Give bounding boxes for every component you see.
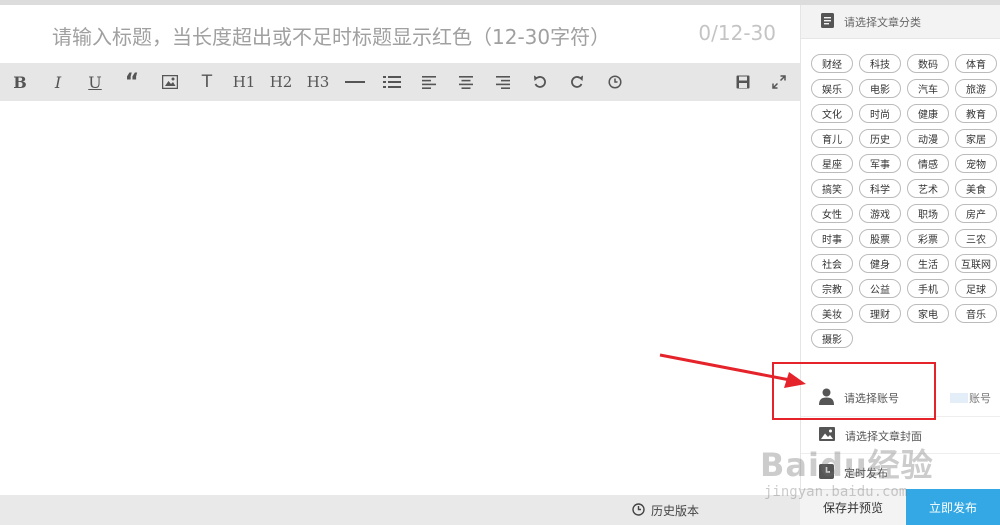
annotation-highlight-box [772,362,936,420]
title-input[interactable]: 请输入标题，当长度超出或不足时标题显示红色（12-30字符） [52,21,610,50]
category-tag[interactable]: 数码 [907,54,949,73]
category-tag[interactable]: 美食 [955,179,997,198]
account-suffix: 账号 [969,392,991,405]
editor-content-area[interactable] [0,101,800,495]
category-tag[interactable]: 家电 [907,304,949,323]
bold-button[interactable]: B [5,63,35,101]
category-tag[interactable]: 星座 [811,154,853,173]
h1-button[interactable]: H1 [229,63,259,101]
category-tag[interactable]: 时事 [811,229,853,248]
history-label: 历史版本 [651,504,700,518]
category-tag[interactable]: 宗教 [811,279,853,298]
category-tag[interactable]: 旅游 [955,79,997,98]
category-tag[interactable]: 家居 [955,129,997,148]
watermark-logo: Baidu经验 [760,446,934,484]
category-tag[interactable]: 健身 [859,254,901,273]
category-tag[interactable]: 育儿 [811,129,853,148]
category-tag[interactable]: 财经 [811,54,853,73]
redacted-patch [950,393,968,403]
h3-button[interactable]: H3 [303,63,333,101]
editor-panel: 请输入标题，当长度超出或不足时标题显示红色（12-30字符） 0/12-30 B… [0,5,800,525]
category-tag[interactable]: 社会 [811,254,853,273]
category-tag[interactable]: 科学 [859,179,901,198]
image-insert-icon[interactable] [155,63,185,101]
horizontal-rule-icon[interactable] [340,63,370,101]
category-tag[interactable]: 军事 [859,154,901,173]
clock-icon[interactable] [600,63,630,101]
align-left-icon[interactable] [414,63,444,101]
publish-button[interactable]: 立即发布 [906,489,1000,525]
category-header-label: 请选择文章分类 [844,15,921,29]
save-draft-icon[interactable] [728,63,758,101]
list-icon[interactable] [377,63,407,101]
h2-button[interactable]: H2 [266,63,296,101]
category-tag[interactable]: 足球 [955,279,997,298]
align-right-icon[interactable] [488,63,518,101]
category-tag[interactable]: 手机 [907,279,949,298]
category-tag[interactable]: 生活 [907,254,949,273]
italic-button[interactable]: I [43,63,73,101]
category-tag[interactable]: 互联网 [955,254,997,273]
editor-toolbar: B I U “ T H1 H2 H3 [0,63,800,101]
history-versions-link[interactable]: 历史版本 [632,502,699,519]
undo-icon[interactable] [525,63,555,101]
category-tag[interactable]: 搞笑 [811,179,853,198]
category-tag[interactable]: 房产 [955,204,997,223]
category-tag[interactable]: 文化 [811,104,853,123]
title-row: 请输入标题，当长度超出或不足时标题显示红色（12-30字符） 0/12-30 [0,5,800,63]
category-tag[interactable]: 女性 [811,204,853,223]
category-tag[interactable]: 股票 [859,229,901,248]
category-tag[interactable]: 宠物 [955,154,997,173]
category-tag[interactable]: 动漫 [907,129,949,148]
title-char-count: 0/12-30 [698,21,776,45]
watermark-url: jingyan.baidu.com [764,484,908,500]
fullscreen-icon[interactable] [764,63,794,101]
category-tag[interactable]: 摄影 [811,329,853,348]
clock-icon [632,502,645,519]
category-tag[interactable]: 理财 [859,304,901,323]
category-tag[interactable]: 音乐 [955,304,997,323]
category-tag[interactable]: 健康 [907,104,949,123]
category-tag[interactable]: 公益 [859,279,901,298]
category-tag[interactable]: 历史 [859,129,901,148]
category-tag[interactable]: 情感 [907,154,949,173]
align-center-icon[interactable] [451,63,481,101]
category-tag[interactable]: 体育 [955,54,997,73]
category-tag[interactable]: 娱乐 [811,79,853,98]
category-tag[interactable]: 艺术 [907,179,949,198]
category-tag[interactable]: 游戏 [859,204,901,223]
category-tag[interactable]: 彩票 [907,229,949,248]
document-icon [821,12,834,31]
category-tag-list: 财经 科技 数码 体育娱乐 电影 汽车 旅游文化 时尚 健康 教育育儿 历史 动漫 家居星座 军事 情感 宠物… [811,54,1000,348]
editor-statusbar: 历史版本 [0,495,800,525]
category-tag[interactable]: 电影 [859,79,901,98]
category-tag[interactable]: 科技 [859,54,901,73]
category-header: 请选择文章分类 [801,5,1000,39]
underline-button[interactable]: U [80,63,110,101]
category-tag[interactable]: 美妆 [811,304,853,323]
redo-icon[interactable] [562,63,592,101]
quote-icon[interactable]: “ [117,63,147,101]
category-tag[interactable]: 教育 [955,104,997,123]
category-tag[interactable]: 三农 [955,229,997,248]
category-tag[interactable]: 时尚 [859,104,901,123]
category-tag[interactable]: 职场 [907,204,949,223]
category-tag[interactable]: 汽车 [907,79,949,98]
text-style-icon[interactable]: T [192,63,222,101]
